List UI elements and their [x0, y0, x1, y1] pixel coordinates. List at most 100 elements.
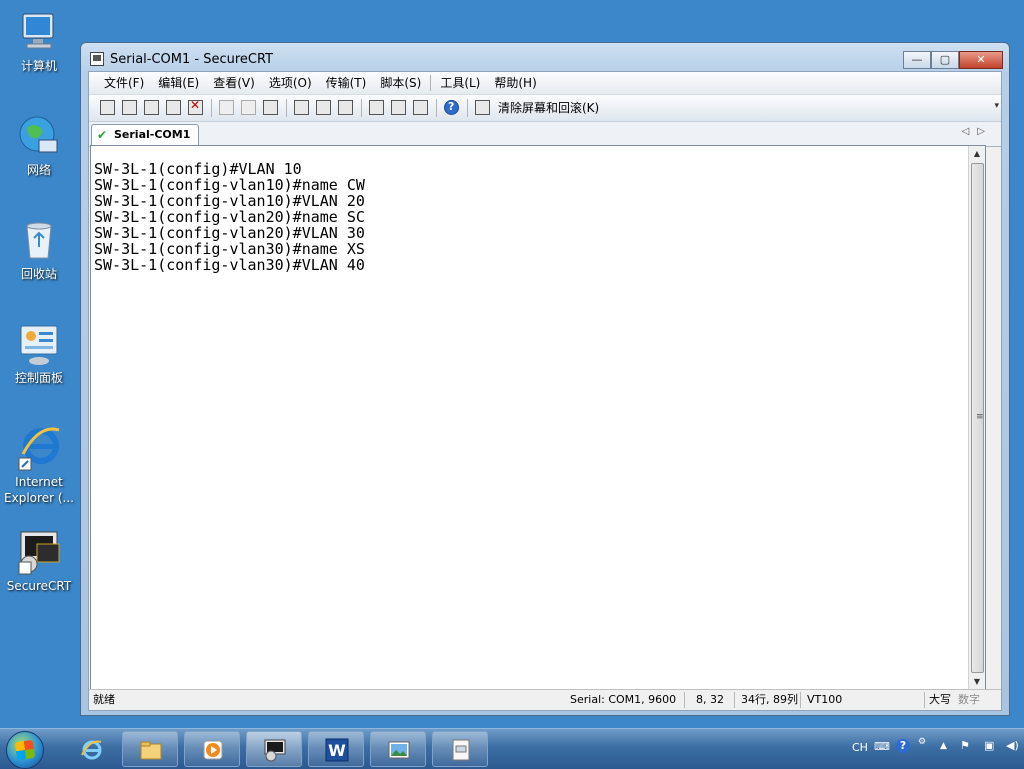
- network-globe-icon: [15, 112, 63, 160]
- window-controls: — ▢ ✕: [903, 51, 1003, 69]
- internet-explorer-icon: [79, 738, 103, 762]
- media-player-icon: [201, 738, 225, 762]
- terminal-view[interactable]: SW-3L-1(config)#VLAN 10 SW-3L-1(config-v…: [90, 145, 986, 691]
- taskbar-word-button[interactable]: W: [308, 731, 364, 767]
- securecrt-window: Serial-COM1 - SecureCRT — ▢ ✕ 文件(F) 编辑(E…: [80, 42, 1010, 716]
- toolbar-separator: [361, 99, 362, 117]
- taskbar-ie-button[interactable]: [62, 731, 118, 767]
- status-divider: [734, 692, 735, 708]
- volume-icon[interactable]: ◀): [1006, 739, 1019, 752]
- securecrt-icon: [263, 738, 287, 762]
- tab-next-icon[interactable]: ▷: [977, 126, 993, 137]
- print-selection-button[interactable]: [313, 97, 335, 119]
- show-hidden-icons-icon[interactable]: ▲: [940, 741, 947, 751]
- key-icon: [413, 100, 428, 115]
- toolbar-separator: [467, 99, 468, 117]
- desktop-icon-securecrt[interactable]: SecureCRT: [2, 528, 76, 594]
- action-center-flag-icon[interactable]: ⚑: [960, 739, 970, 752]
- menu-options[interactable]: 选项(O): [262, 72, 319, 94]
- taskbar-photo-viewer-button[interactable]: [370, 731, 426, 767]
- window-title: Serial-COM1 - SecureCRT: [110, 52, 274, 67]
- session-options-button[interactable]: [366, 97, 388, 119]
- terminal-line: SW-3L-1(config-vlan20)#name SC: [94, 208, 365, 226]
- connect-in-tab-button[interactable]: [141, 97, 163, 119]
- scroll-down-arrow-icon[interactable]: ▼: [969, 674, 985, 690]
- reconnect-button[interactable]: [163, 97, 185, 119]
- status-caps-lock: 大写: [929, 693, 951, 706]
- toolbar-separator: [211, 99, 212, 117]
- status-divider: [800, 692, 801, 708]
- menu-help[interactable]: 帮助(H): [487, 72, 543, 94]
- menu-view[interactable]: 查看(V): [206, 72, 262, 94]
- paste-button[interactable]: [238, 97, 260, 119]
- scroll-thumb[interactable]: ≡: [971, 163, 984, 673]
- menu-edit[interactable]: 编辑(E): [151, 72, 206, 94]
- print-setup-icon: [294, 100, 309, 115]
- desktop-icon-network[interactable]: 网络: [2, 112, 76, 178]
- desktop-icon-label: 网络: [26, 163, 51, 177]
- control-panel-icon: [15, 320, 63, 368]
- copy-button[interactable]: [216, 97, 238, 119]
- clear-screen-button[interactable]: [472, 97, 494, 119]
- disconnect-icon: [188, 98, 203, 115]
- desktop-icon-label: 计算机: [20, 59, 57, 73]
- menu-tools[interactable]: 工具(L): [433, 72, 487, 94]
- maximize-button[interactable]: ▢: [931, 51, 959, 69]
- desktop-icon-computer[interactable]: 计算机: [2, 8, 76, 74]
- connect-button[interactable]: [97, 97, 119, 119]
- help-tray-icon[interactable]: ?: [896, 739, 910, 753]
- ime-options-icon[interactable]: ⚙: [918, 737, 926, 747]
- word-icon: W: [325, 738, 349, 762]
- taskbar-securecrt-button[interactable]: [246, 731, 302, 767]
- keymap-button[interactable]: [410, 97, 432, 119]
- internet-explorer-icon: [15, 424, 63, 472]
- terminal-line: SW-3L-1(config-vlan10)#name CW: [94, 176, 365, 194]
- network-tray-icon[interactable]: ▣: [984, 739, 994, 752]
- menu-file[interactable]: 文件(F): [97, 72, 151, 94]
- title-bar[interactable]: Serial-COM1 - SecureCRT — ▢ ✕: [81, 43, 1009, 73]
- desktop-icon-label: Internet Explorer (...: [4, 475, 74, 505]
- desktop-icon-label: SecureCRT: [6, 579, 72, 593]
- toolbar-overflow-chevron[interactable]: ▾: [994, 101, 999, 111]
- menu-separator: [430, 75, 432, 91]
- desktop-icon-recycle-bin[interactable]: 回收站: [2, 216, 76, 282]
- print-setup-button[interactable]: [291, 97, 313, 119]
- scroll-up-arrow-icon[interactable]: ▲: [969, 146, 985, 162]
- help-button[interactable]: [441, 97, 463, 119]
- taskbar-explorer-button[interactable]: [122, 731, 178, 767]
- svg-text:W: W: [328, 741, 346, 760]
- close-button[interactable]: ✕: [959, 51, 1003, 69]
- start-button[interactable]: [6, 731, 44, 769]
- find-button[interactable]: [260, 97, 282, 119]
- system-tray: CH ⌨ ? ⚙ ▲ ⚑ ▣ ◀): [824, 729, 1024, 769]
- desktop-icon-internet-explorer[interactable]: Internet Explorer (...: [2, 424, 76, 506]
- disconnect-button[interactable]: [185, 97, 207, 119]
- status-terminal-size: 34行, 89列: [741, 693, 798, 706]
- paste-icon: [241, 100, 256, 115]
- menu-script[interactable]: 脚本(S): [373, 72, 428, 94]
- status-bar: 就绪 Serial: COM1, 9600 8, 32 34行, 89列 VT1…: [89, 689, 1001, 710]
- vertical-scrollbar[interactable]: ▲ ≡ ▼: [968, 146, 985, 690]
- desktop-icon-control-panel[interactable]: 控制面板: [2, 320, 76, 386]
- global-options-button[interactable]: [388, 97, 410, 119]
- copy-icon: [219, 100, 234, 115]
- keyboard-icon[interactable]: ⌨: [874, 740, 890, 753]
- desktop-icon-label: 回收站: [20, 267, 57, 281]
- terminal-line: SW-3L-1(config-vlan30)#VLAN 40: [94, 256, 365, 274]
- tab-navigation: ◁▷: [962, 126, 993, 137]
- menu-transfer[interactable]: 传输(T): [319, 72, 374, 94]
- tab-prev-icon[interactable]: ◁: [962, 126, 978, 137]
- status-cursor-position: 8, 32: [696, 693, 724, 706]
- clear-screen-label[interactable]: 清除屏幕和回滚(K): [498, 95, 599, 121]
- terminal-line: SW-3L-1(config-vlan20)#VLAN 30: [94, 224, 365, 242]
- app-window-icon[interactable]: [90, 52, 104, 66]
- language-indicator[interactable]: CH: [852, 741, 868, 754]
- print-button[interactable]: [335, 97, 357, 119]
- tab-serial-com1[interactable]: ✔ Serial-COM1: [91, 124, 200, 146]
- taskbar-media-player-button[interactable]: [184, 731, 240, 767]
- minimize-button[interactable]: —: [903, 51, 931, 69]
- quick-connect-button[interactable]: [119, 97, 141, 119]
- tab-label: Serial-COM1: [114, 128, 191, 141]
- terminal-line: SW-3L-1(config-vlan30)#name XS: [94, 240, 365, 258]
- taskbar-document-button[interactable]: [432, 731, 488, 767]
